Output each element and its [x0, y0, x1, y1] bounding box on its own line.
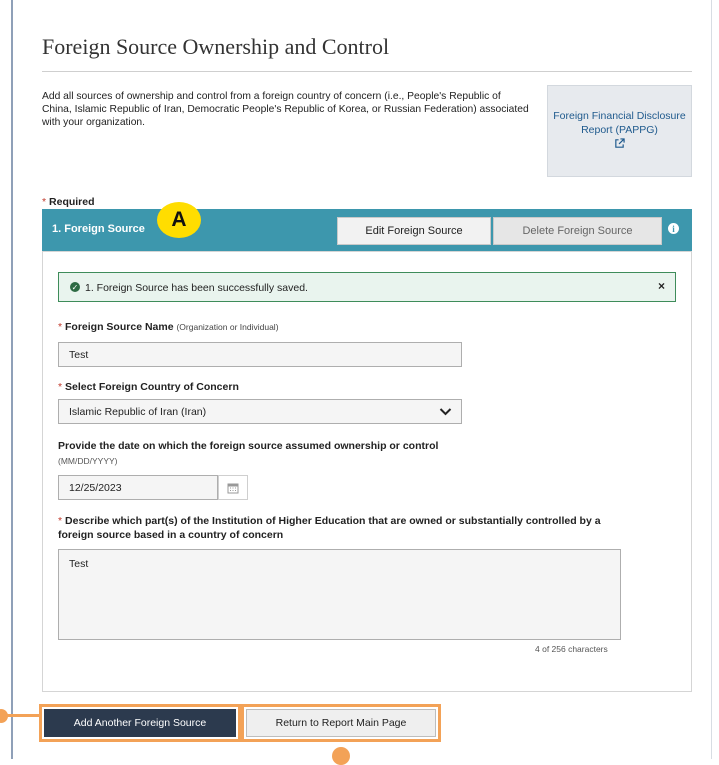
- chevron-down-icon: [439, 405, 452, 418]
- intro-text: Add all sources of ownership and control…: [42, 91, 529, 128]
- annotation-dot-bottom: [332, 747, 350, 765]
- section-title: 1. Foreign Source: [52, 223, 145, 235]
- edit-foreign-source-button[interactable]: Edit Foreign Source: [337, 217, 491, 245]
- external-link-icon: [614, 138, 625, 153]
- country-label: * Select Foreign Country of Concern: [58, 381, 239, 393]
- date-label: Provide the date on which the foreign so…: [58, 440, 439, 452]
- page-frame-left: [11, 0, 13, 759]
- source-name-input[interactable]: Test: [58, 342, 462, 367]
- source-name-hint: (Organization or Individual): [176, 322, 279, 332]
- info-icon[interactable]: i: [668, 223, 679, 234]
- title-divider: [42, 71, 692, 72]
- page-title: Foreign Source Ownership and Control: [42, 34, 390, 59]
- source-name-label: * Foreign Source Name (Organization or I…: [58, 321, 279, 333]
- delete-foreign-source-button[interactable]: Delete Foreign Source: [493, 217, 662, 245]
- success-alert: ✓ 1. Foreign Source has been successfull…: [58, 272, 676, 302]
- success-message: 1. Foreign Source has been successfully …: [85, 282, 308, 294]
- country-select[interactable]: Islamic Republic of Iran (Iran): [58, 399, 462, 424]
- pappg-report-link[interactable]: Foreign Financial Disclosure Report (PAP…: [547, 85, 692, 177]
- describe-label-text: Describe which part(s) of the Institutio…: [58, 515, 601, 541]
- date-input[interactable]: 12/25/2023: [58, 475, 218, 500]
- required-note: * Required: [42, 196, 95, 208]
- country-label-text: Select Foreign Country of Concern: [65, 381, 239, 393]
- character-count: 4 of 256 characters: [535, 644, 608, 654]
- check-circle-icon: ✓: [70, 282, 80, 292]
- describe-label: * Describe which part(s) of the Institut…: [58, 515, 601, 541]
- required-note-label: Required: [49, 196, 95, 208]
- close-alert-button[interactable]: ×: [658, 279, 665, 293]
- annotation-marker-a: A: [157, 202, 201, 238]
- annotation-dot-left: [0, 709, 8, 723]
- pappg-link-label: Foreign Financial Disclosure Report (PAP…: [553, 110, 686, 136]
- describe-textarea[interactable]: Test: [58, 549, 621, 640]
- country-selected-value: Islamic Republic of Iran (Iran): [69, 405, 207, 418]
- calendar-icon[interactable]: [218, 475, 248, 500]
- date-hint: (MM/DD/YYYY): [58, 456, 118, 466]
- source-name-label-text: Foreign Source Name: [65, 321, 174, 333]
- return-to-report-main-page-button[interactable]: Return to Report Main Page: [246, 709, 436, 737]
- foreign-source-header: 1. Foreign Source Edit Foreign Source De…: [42, 209, 692, 251]
- page-frame-right: [711, 0, 712, 759]
- add-another-foreign-source-button[interactable]: Add Another Foreign Source: [44, 709, 236, 737]
